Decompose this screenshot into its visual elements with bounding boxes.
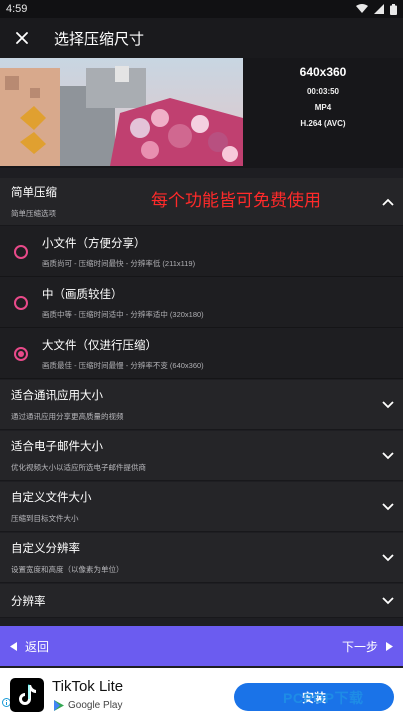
section-title: 分辨率 xyxy=(11,595,46,608)
triangle-left-icon xyxy=(10,641,17,651)
option-desc: 画质最佳 - 压缩时间最慢 - 分辨率不变 (640x360) xyxy=(42,360,204,370)
close-icon xyxy=(16,32,28,44)
radio-large[interactable] xyxy=(0,346,42,361)
chevron-down-icon xyxy=(373,502,403,511)
page-title: 选择压缩尺寸 xyxy=(54,30,145,48)
tiktok-logo-icon xyxy=(10,678,44,712)
video-codec: H.264 (AVC) xyxy=(300,119,346,128)
video-format: MP4 xyxy=(314,103,332,112)
chevron-down-icon xyxy=(373,553,403,562)
video-resolution: 640x360 xyxy=(299,65,347,79)
battery-icon xyxy=(390,3,397,15)
section-subtitle: 通过通讯应用分享更高质量的视频 xyxy=(11,412,124,421)
section-messaging[interactable]: 适合通讯应用大小 通过通讯应用分享更高质量的视频 xyxy=(0,380,403,430)
section-subtitle: 优化视频大小以适应所选电子邮件提供商 xyxy=(11,463,146,472)
video-duration: 00:03:50 xyxy=(306,87,340,96)
watermark: PCPOP下载 xyxy=(283,690,364,706)
status-icons xyxy=(356,3,397,15)
chevron-down-icon xyxy=(373,596,403,605)
google-play-icon xyxy=(54,700,64,711)
section-subtitle: 设置宽度和高度（以像素为单位） xyxy=(11,565,124,574)
chevron-down-icon xyxy=(373,451,403,460)
chevron-down-icon xyxy=(373,400,403,409)
option-desc: 画质中等 - 压缩时间适中 - 分辨率适中 (320x180) xyxy=(42,309,204,319)
wifi-icon xyxy=(356,4,368,13)
section-subtitle: 压缩到目标文件大小 xyxy=(11,514,79,523)
status-time: 4:59 xyxy=(6,3,28,15)
option-label: 大文件（仅进行压缩） xyxy=(42,339,157,352)
next-button[interactable]: 下一步 xyxy=(342,638,393,655)
option-medium[interactable]: 中（画质较佳） 画质中等 - 压缩时间适中 - 分辨率适中 (320x180) xyxy=(0,278,403,328)
ad-store: Google Play xyxy=(54,700,122,711)
promo-text: 每个功能皆可免费使用 xyxy=(151,191,321,210)
chevron-up-icon xyxy=(373,198,403,206)
back-label: 返回 xyxy=(25,639,50,654)
section-custom-size[interactable]: 自定义文件大小 压缩到目标文件大小 xyxy=(0,482,403,532)
option-large[interactable]: 大文件（仅进行压缩） 画质最佳 - 压缩时间最慢 - 分辨率不变 (640x36… xyxy=(0,329,403,379)
option-label: 中（画质较佳） xyxy=(42,288,123,301)
section-email[interactable]: 适合电子邮件大小 优化视频大小以适应所选电子邮件提供商 xyxy=(0,431,403,481)
radio-medium[interactable] xyxy=(0,295,42,310)
option-small[interactable]: 小文件（方便分享） 画质尚可 - 压缩时间最快 - 分辨率低 (211x119) xyxy=(0,227,403,277)
ad-banner[interactable]: TikTok Lite Google Play 安装 PCPOP下载 xyxy=(0,668,403,720)
video-meta: 640x360 00:03:50 MP4 H.264 (AVC) xyxy=(243,58,403,166)
video-info-panel: 640x360 00:03:50 MP4 H.264 (AVC) xyxy=(0,58,403,168)
next-label: 下一步 xyxy=(341,639,378,654)
back-button[interactable]: 返回 xyxy=(10,638,49,655)
section-resolution[interactable]: 分辨率 xyxy=(0,584,403,618)
bottom-nav: 返回 下一步 xyxy=(0,626,403,666)
triangle-right-icon xyxy=(386,641,393,651)
close-button[interactable] xyxy=(0,18,44,58)
radio-small[interactable] xyxy=(0,244,42,259)
section-title: 适合通讯应用大小 xyxy=(11,390,103,402)
option-label: 小文件（方便分享） xyxy=(42,237,146,250)
ad-store-label: Google Play xyxy=(68,700,123,711)
app-bar: 选择压缩尺寸 xyxy=(0,18,403,58)
option-desc: 画质尚可 - 压缩时间最快 - 分辨率低 (211x119) xyxy=(42,258,196,268)
section-title: 自定义分辨率 xyxy=(11,543,80,555)
signal-icon xyxy=(374,4,384,14)
ad-app-name: TikTok Lite xyxy=(52,678,124,695)
video-thumbnail[interactable] xyxy=(0,58,243,166)
section-custom-resolution[interactable]: 自定义分辨率 设置宽度和高度（以像素为单位） xyxy=(0,533,403,583)
section-title: 适合电子邮件大小 xyxy=(11,441,103,453)
section-title: 自定义文件大小 xyxy=(11,492,92,504)
simple-compression-section[interactable]: 简单压缩 简单压缩选项 每个功能皆可免费使用 xyxy=(0,178,403,226)
status-bar: 4:59 xyxy=(0,0,403,18)
